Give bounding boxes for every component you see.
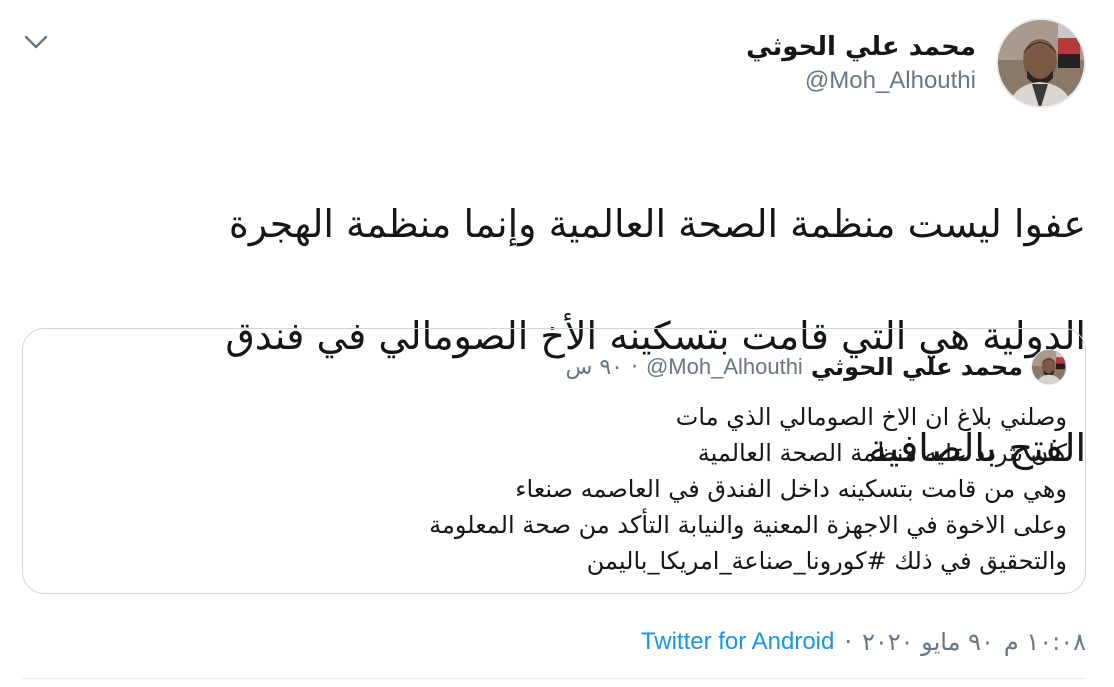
tweet-date[interactable]: ٩٠ مايو ٢٠٢٠ xyxy=(862,622,994,662)
meta-separator: · xyxy=(844,628,852,656)
author-handle[interactable]: @Moh_Alhouthi xyxy=(746,64,976,98)
quoted-tweet-text: وصلني بلاغ ان الاخ الصومالي الذي مات كان… xyxy=(47,399,1067,579)
quoted-timestamp: ٩٠ س xyxy=(565,354,623,380)
tweet-meta: ١٠:٠٨ م ٩٠ مايو ٢٠٢٠ · Twitter for Andro… xyxy=(641,622,1086,662)
quoted-avatar xyxy=(1031,349,1067,385)
chevron-down-icon[interactable] xyxy=(22,28,50,56)
author-name[interactable]: محمد علي الحوثي xyxy=(746,30,976,64)
quoted-tweet-header: محمد علي الحوثي @Moh_Alhouthi · ٩٠ س xyxy=(565,347,1067,387)
quoted-author-handle: @Moh_Alhouthi xyxy=(645,354,803,379)
quoted-text-line: وعلى الاخوة في الاجهزة المعنية والنيابة … xyxy=(429,511,1067,539)
divider xyxy=(22,678,1086,679)
quoted-tweet[interactable]: محمد علي الحوثي @Moh_Alhouthi · ٩٠ س وصل… xyxy=(22,328,1086,594)
quoted-text-line: والتحقيق في ذلك #كورونا_صناعة_امريكا_بال… xyxy=(586,547,1067,575)
quoted-author-name: محمد علي الحوثي xyxy=(810,353,1023,381)
tweet-card: محمد علي الحوثي @Moh_Alhouthi عفوا ليست … xyxy=(0,0,1114,687)
quoted-text-line: وهي من قامت بتسكينه داخل الفندق في العاص… xyxy=(515,475,1067,503)
tweet-source-link[interactable]: Twitter for Android xyxy=(641,622,834,662)
tweet-time[interactable]: ١٠:٠٨ م xyxy=(1004,622,1086,662)
quoted-separator: · xyxy=(630,354,638,380)
quoted-text-line: كان تتردد عليه منظمة الصحة العالمية xyxy=(697,439,1067,467)
avatar[interactable] xyxy=(996,18,1086,108)
tweet-text-line: عفوا ليست منظمة الصحة العالمية وإنما منظ… xyxy=(228,202,1086,246)
author-block: محمد علي الحوثي @Moh_Alhouthi xyxy=(746,30,976,98)
quoted-text-line: وصلني بلاغ ان الاخ الصومالي الذي مات xyxy=(675,403,1067,431)
